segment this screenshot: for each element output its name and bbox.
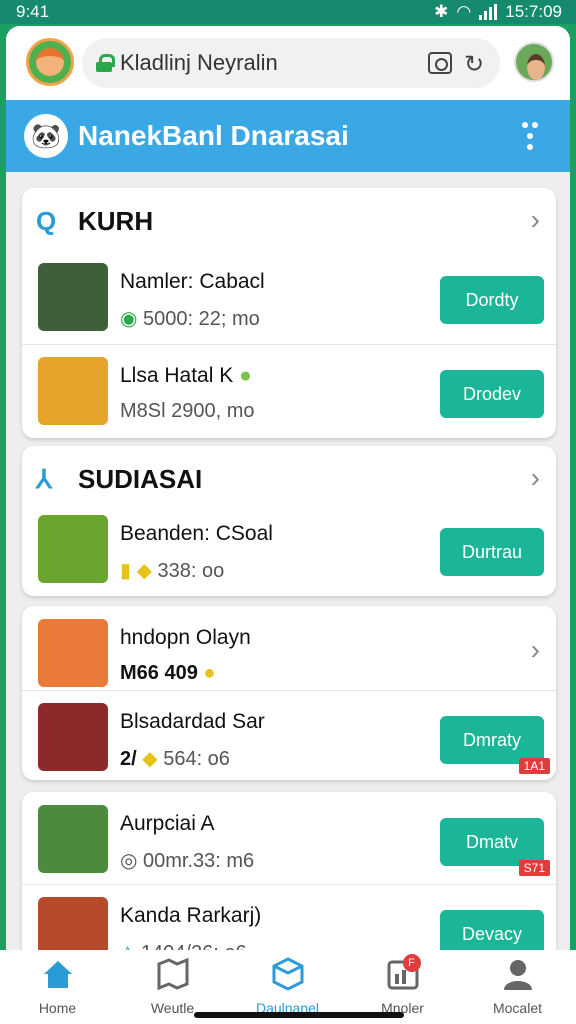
reload-icon[interactable]: ↻ — [464, 50, 484, 79]
list-item[interactable]: Namler: Cabacl ◉ 5000: 22; mo Dordty — [22, 250, 556, 344]
header-title: NanekBanl Dnarasai — [78, 120, 349, 151]
stats-icon: F — [385, 954, 421, 992]
notification-badge: F — [402, 954, 421, 972]
item-meta: ◉ 5000: 22; mo — [120, 306, 260, 331]
list-item[interactable]: Llsa Hatal K ● M8Sl 2900, mo Drodev — [22, 344, 556, 438]
item-name: Namler: Cabacl — [120, 270, 265, 293]
section-card-more: Aurpciai A ◎ 00mr.33: m6 Dmatv S71 Kanda … — [22, 792, 556, 950]
item-meta: ▮ ◆ 338: oo — [120, 558, 224, 583]
app-window: Kladlinj Neyralin ↻ 🐼 NanekBanl Dnarasai… — [6, 26, 570, 950]
person-icon: ⅄ — [36, 464, 52, 494]
camera-icon[interactable] — [428, 52, 452, 74]
app-header: 🐼 NanekBanl Dnarasai — [6, 100, 570, 172]
item-meta-text: 5000: 22; mo — [143, 308, 260, 330]
list-item[interactable]: Blsadardad Sar 2/ ◆ 564: o6 Dmraty 1A1 — [22, 690, 556, 784]
section-header[interactable]: ⅄ SUDIASAI › — [22, 446, 556, 508]
item-meta-prefix: 2/ — [120, 748, 137, 770]
game-thumbnail[interactable] — [38, 357, 108, 425]
panda-logo-icon: 🐼 — [24, 114, 68, 158]
home-indicator[interactable] — [194, 1012, 404, 1018]
item-meta: M66 409 ● — [120, 662, 216, 685]
leaf-icon: ● — [239, 364, 252, 387]
item-name: Beanden: CSoal — [120, 522, 273, 545]
download-button[interactable]: Drodev — [440, 370, 544, 418]
box-icon — [270, 956, 306, 992]
status-time: 9:41 — [16, 2, 50, 21]
wifi-icon: ◠ — [456, 2, 472, 21]
nav-label: Mocalet — [492, 1000, 543, 1016]
item-name: hndopn Olayn — [120, 626, 251, 649]
list-item[interactable]: Kanda Rarkarj) ◬ 1404/26: o6 Devacy — [22, 884, 556, 950]
download-button-label: Dmatv — [465, 831, 518, 852]
status-bar: 9:41 ✱ ◠ 15:7:09 — [0, 0, 576, 24]
game-thumbnail[interactable] — [38, 515, 108, 583]
lock-icon — [96, 54, 115, 72]
nav-home[interactable]: Home — [0, 956, 115, 1020]
profile-icon — [500, 956, 536, 992]
download-button[interactable]: Devacy — [440, 910, 544, 950]
item-meta: M8Sl 2900, mo — [120, 400, 255, 422]
section-title: SUDIASAI — [78, 464, 203, 494]
list-item[interactable]: Beanden: CSoal ▮ ◆ 338: oo Durtrau — [22, 502, 556, 596]
count-badge: 1A1 — [518, 758, 550, 774]
game-thumbnail[interactable] — [38, 619, 108, 687]
section-card-games: hndopn Olayn M66 409 ● › Blsadardad Sar … — [22, 606, 556, 780]
download-button-label: Dmraty — [463, 729, 521, 750]
user-avatar[interactable] — [514, 42, 554, 82]
map-icon — [155, 956, 191, 992]
chevron-right-icon[interactable]: › — [531, 204, 540, 236]
nav-mocalet[interactable]: Mocalet — [460, 956, 575, 1020]
item-meta-text: 564: o6 — [163, 748, 230, 770]
nav-daulnanel[interactable]: Daulnanel — [230, 956, 345, 1020]
count-badge: S71 — [518, 860, 550, 876]
url-text[interactable]: Kladlinj Neyralin — [120, 50, 278, 76]
coin-icon: ▮ ◆ — [120, 560, 158, 582]
item-meta: ◎ 00mr.33: m6 — [120, 848, 254, 873]
section-title: KURH — [78, 206, 154, 236]
item-meta: ◬ 1404/26: o6 — [120, 940, 247, 950]
coin-icon: ● — [203, 662, 216, 684]
nav-weutle[interactable]: Weutle — [115, 956, 230, 1020]
download-button[interactable]: Dordty — [440, 276, 544, 324]
item-name: Blsadardad Sar — [120, 710, 265, 733]
section-card-kurh: Q KURH › Namler: Cabacl ◉ 5000: 22; mo D… — [22, 188, 556, 438]
chevron-right-icon[interactable]: › — [531, 462, 540, 494]
game-thumbnail[interactable] — [38, 703, 108, 771]
coin-icon: ◆ — [142, 748, 158, 770]
item-meta-text: 338: oo — [157, 560, 225, 582]
game-thumbnail[interactable] — [38, 897, 108, 950]
more-menu-icon[interactable] — [522, 122, 538, 152]
status-clock: 15:7:09 — [505, 2, 562, 21]
item-meta: 2/ ◆ 564: o6 — [120, 746, 230, 771]
clock-icon: ◎ — [120, 850, 144, 872]
item-name: Aurpciai A — [120, 812, 215, 835]
download-button[interactable]: Dmatv S71 — [440, 818, 550, 876]
download-button[interactable]: Durtrau — [440, 528, 544, 576]
app-logo-icon[interactable] — [26, 38, 74, 86]
bluetooth-icon: ✱ — [434, 2, 449, 21]
game-thumbnail[interactable] — [38, 263, 108, 331]
game-thumbnail[interactable] — [38, 805, 108, 873]
home-icon — [40, 956, 76, 992]
address-row: Kladlinj Neyralin ↻ — [6, 26, 570, 100]
list-item[interactable]: hndopn Olayn M66 409 ● › — [22, 606, 556, 700]
item-name: Llsa Hatal K ● — [120, 364, 252, 388]
url-bar[interactable]: Kladlinj Neyralin ↻ — [82, 38, 500, 88]
stat-icon: ◉ — [120, 308, 144, 330]
section-card-sudiasai: ⅄ SUDIASAI › Beanden: CSoal ▮ ◆ 338: oo … — [22, 446, 556, 596]
item-meta-text: 1404/26: o6 — [141, 942, 247, 950]
nav-mnoler[interactable]: F Mnoler — [345, 954, 460, 1020]
download-button[interactable]: Dmraty 1A1 — [440, 716, 550, 774]
item-meta-text: 00mr.33: m6 — [143, 850, 255, 872]
signal-icon — [479, 4, 498, 20]
item-meta-bold: M66 409 — [120, 662, 198, 684]
item-name-text: Llsa Hatal K — [120, 364, 234, 387]
section-header[interactable]: Q KURH › — [22, 188, 556, 250]
search-icon: Q — [36, 206, 57, 236]
info-icon: ◬ — [120, 942, 141, 950]
nav-label: Home — [38, 1000, 77, 1016]
list-item[interactable]: Aurpciai A ◎ 00mr.33: m6 Dmatv S71 — [22, 792, 556, 886]
chevron-right-icon[interactable]: › — [531, 634, 540, 666]
item-name: Kanda Rarkarj) — [120, 904, 262, 927]
